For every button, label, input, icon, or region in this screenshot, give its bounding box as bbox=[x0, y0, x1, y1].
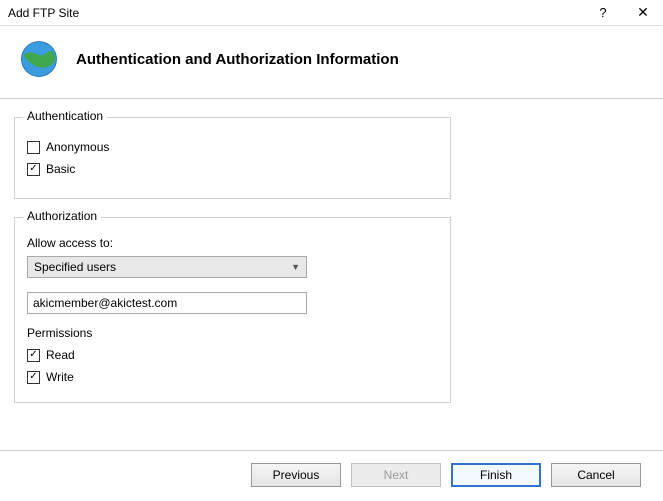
anonymous-checkbox-row[interactable]: Anonymous bbox=[27, 140, 438, 154]
chevron-down-icon: ▼ bbox=[291, 262, 300, 272]
write-label: Write bbox=[46, 370, 74, 384]
allow-access-label: Allow access to: bbox=[27, 236, 438, 250]
finish-button[interactable]: Finish bbox=[451, 463, 541, 487]
read-checkbox-row[interactable]: Read bbox=[27, 348, 438, 362]
wizard-header: Authentication and Authorization Informa… bbox=[0, 26, 663, 98]
globe-icon bbox=[18, 38, 60, 80]
basic-label: Basic bbox=[46, 162, 75, 176]
specified-users-value: akicmember@akictest.com bbox=[33, 296, 177, 310]
authorization-group-label: Authorization bbox=[23, 209, 101, 223]
help-button[interactable]: ? bbox=[583, 0, 623, 26]
permissions-label: Permissions bbox=[27, 326, 438, 340]
window-title: Add FTP Site bbox=[8, 6, 583, 20]
authentication-group-label: Authentication bbox=[23, 109, 107, 123]
close-button[interactable]: ✕ bbox=[623, 0, 663, 26]
titlebar: Add FTP Site ? ✕ bbox=[0, 0, 663, 26]
specified-users-input[interactable]: akicmember@akictest.com bbox=[27, 292, 307, 314]
allow-access-dropdown[interactable]: Specified users ▼ bbox=[27, 256, 307, 278]
write-checkbox[interactable] bbox=[27, 371, 40, 384]
write-checkbox-row[interactable]: Write bbox=[27, 370, 438, 384]
footer-divider bbox=[0, 450, 663, 451]
basic-checkbox-row[interactable]: Basic bbox=[27, 162, 438, 176]
dropdown-value: Specified users bbox=[34, 260, 116, 274]
button-bar: Previous Next Finish Cancel bbox=[251, 463, 641, 487]
previous-button[interactable]: Previous bbox=[251, 463, 341, 487]
read-checkbox[interactable] bbox=[27, 349, 40, 362]
read-label: Read bbox=[46, 348, 75, 362]
next-button: Next bbox=[351, 463, 441, 487]
content-area: Authentication Anonymous Basic Authoriza… bbox=[0, 99, 663, 433]
authentication-group: Authentication Anonymous Basic bbox=[14, 117, 451, 199]
anonymous-checkbox[interactable] bbox=[27, 141, 40, 154]
anonymous-label: Anonymous bbox=[46, 140, 109, 154]
page-title: Authentication and Authorization Informa… bbox=[76, 51, 399, 68]
cancel-button[interactable]: Cancel bbox=[551, 463, 641, 487]
basic-checkbox[interactable] bbox=[27, 163, 40, 176]
authorization-group: Authorization Allow access to: Specified… bbox=[14, 217, 451, 403]
